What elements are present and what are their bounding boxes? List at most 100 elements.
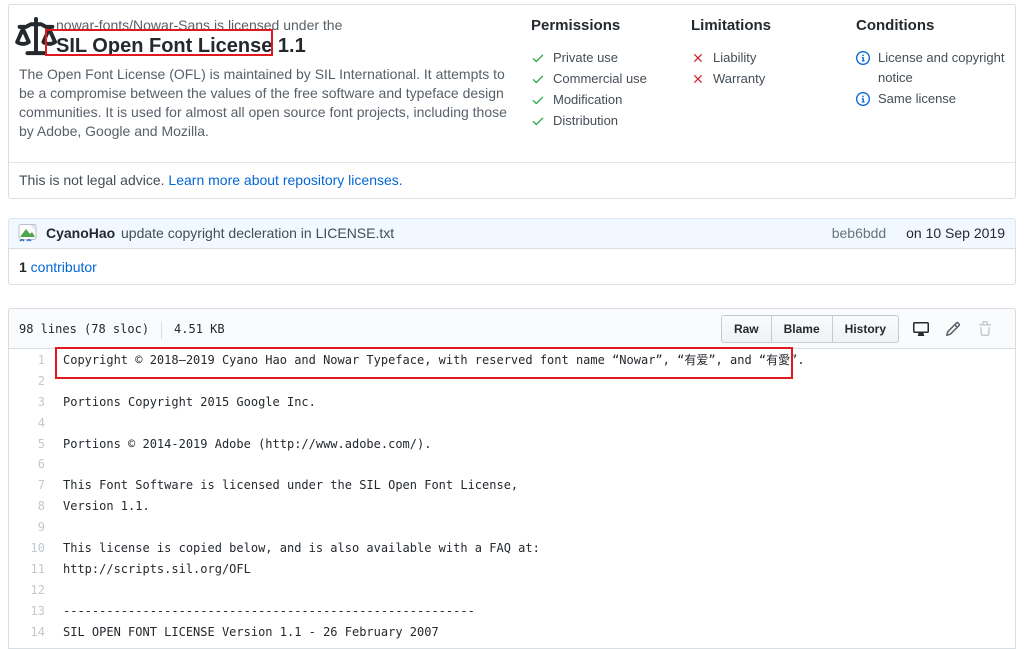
permission-label: Modification — [553, 92, 622, 107]
commit-author-avatar[interactable] — [18, 224, 38, 244]
code-viewer: 1Copyright © 2018–2019 Cyano Hao and Now… — [9, 350, 1015, 648]
line-content: Version 1.1. — [45, 496, 150, 517]
code-line: 4 — [9, 413, 1015, 434]
code-line: 6 — [9, 454, 1015, 475]
permissions-column: Permissions Private use Commercial use M… — [531, 17, 686, 132]
law-scales-icon — [15, 17, 57, 59]
permission-item: Commercial use — [531, 69, 686, 89]
limitation-label: Liability — [713, 50, 756, 65]
x-icon — [691, 51, 705, 65]
line-number[interactable]: 9 — [9, 517, 45, 538]
line-number[interactable]: 10 — [9, 538, 45, 559]
contributor-link[interactable]: contributor — [27, 259, 97, 275]
blame-button[interactable]: Blame — [771, 315, 833, 343]
file-header: 98 lines (78 sloc) 4.51 KB Raw Blame Hist… — [9, 309, 1015, 349]
code-line: 9 — [9, 517, 1015, 538]
condition-label: Same license — [878, 91, 956, 106]
code-line: 7This Font Software is licensed under th… — [9, 475, 1015, 496]
license-overview-card: nowar-fonts/Nowar-Sans is licensed under… — [8, 4, 1016, 199]
permission-label: Commercial use — [553, 71, 647, 86]
conditions-column: Conditions License and copyright notice … — [856, 17, 1016, 110]
line-number[interactable]: 8 — [9, 496, 45, 517]
code-line: 2 — [9, 371, 1015, 392]
line-number[interactable]: 4 — [9, 413, 45, 434]
line-content — [45, 454, 63, 475]
line-content: SIL OPEN FONT LICENSE Version 1.1 - 26 F… — [45, 622, 439, 643]
line-number[interactable]: 3 — [9, 392, 45, 413]
file-info: 98 lines (78 sloc) 4.51 KB — [19, 309, 225, 349]
commit-author[interactable]: CyanoHao — [46, 219, 115, 248]
check-icon — [531, 51, 545, 65]
line-content: Copyright © 2018–2019 Cyano Hao and Nowa… — [45, 350, 805, 371]
line-number[interactable]: 6 — [9, 454, 45, 475]
trash-icon[interactable] — [977, 321, 993, 337]
condition-item: License and copyright notice — [856, 48, 1016, 88]
line-content: Portions Copyright 2015 Google Inc. — [45, 392, 316, 413]
latest-commit-bar: CyanoHao update copyright decleration in… — [8, 218, 1016, 249]
line-content — [45, 371, 63, 392]
line-number[interactable]: 14 — [9, 622, 45, 643]
permission-item: Modification — [531, 90, 686, 110]
commit-date: on 10 Sep 2019 — [906, 225, 1005, 241]
permission-item: Distribution — [531, 111, 686, 131]
file-view-button-group: Raw Blame History — [721, 315, 899, 343]
code-line: 3Portions Copyright 2015 Google Inc. — [9, 392, 1015, 413]
file-lines-info: 98 lines (78 sloc) — [19, 322, 149, 336]
license-title: SIL Open Font License 1.1 — [56, 35, 306, 58]
divider — [161, 321, 162, 339]
line-number[interactable]: 7 — [9, 475, 45, 496]
line-number[interactable]: 13 — [9, 601, 45, 622]
line-content: This Font Software is licensed under the… — [45, 475, 518, 496]
permissions-heading: Permissions — [531, 17, 686, 34]
contributors-row: 1 contributor — [8, 248, 1016, 285]
x-icon — [691, 72, 705, 86]
limitations-heading: Limitations — [691, 17, 846, 34]
limitation-item: Warranty — [691, 69, 846, 89]
disclaimer-text: This is not legal advice. — [19, 172, 165, 188]
permission-item: Private use — [531, 48, 686, 68]
license-description: The Open Font License (OFL) is maintaine… — [19, 65, 511, 141]
limitation-label: Warranty — [713, 71, 765, 86]
commit-card: CyanoHao update copyright decleration in… — [8, 218, 1016, 285]
code-line: 11http://scripts.sil.org/OFL — [9, 559, 1015, 580]
legal-disclaimer: This is not legal advice. Learn more abo… — [9, 162, 1015, 198]
line-number[interactable]: 2 — [9, 371, 45, 392]
code-line: 5Portions © 2014-2019 Adobe (http://www.… — [9, 434, 1015, 455]
code-line: 10This license is copied below, and is a… — [9, 538, 1015, 559]
line-content — [45, 517, 63, 538]
commit-message[interactable]: update copyright decleration in LICENSE.… — [121, 219, 394, 248]
line-number[interactable]: 1 — [9, 350, 45, 371]
history-button[interactable]: History — [832, 315, 899, 343]
code-line: 14SIL OPEN FONT LICENSE Version 1.1 - 26… — [9, 622, 1015, 643]
file-card: 98 lines (78 sloc) 4.51 KB Raw Blame Hist… — [8, 308, 1016, 649]
pencil-icon[interactable] — [945, 321, 961, 337]
line-content: This license is copied below, and is als… — [45, 538, 540, 559]
check-icon — [531, 114, 545, 128]
line-content: http://scripts.sil.org/OFL — [45, 559, 251, 580]
repo-license-line: nowar-fonts/Nowar-Sans is licensed under… — [56, 17, 342, 33]
line-number[interactable]: 12 — [9, 580, 45, 601]
line-content: Portions © 2014-2019 Adobe (http://www.a… — [45, 434, 431, 455]
info-icon — [856, 92, 870, 106]
limitations-column: Limitations Liability Warranty — [691, 17, 846, 90]
condition-label: License and copyright notice — [878, 50, 1004, 85]
raw-button[interactable]: Raw — [721, 315, 772, 343]
line-content — [45, 413, 63, 434]
permission-label: Private use — [553, 50, 618, 65]
conditions-heading: Conditions — [856, 17, 1016, 34]
code-line: 8Version 1.1. — [9, 496, 1015, 517]
line-number[interactable]: 11 — [9, 559, 45, 580]
commit-sha[interactable]: beb6bdd — [832, 225, 887, 241]
line-content: ----------------------------------------… — [45, 601, 475, 622]
code-line: 1Copyright © 2018–2019 Cyano Hao and Now… — [9, 350, 1015, 371]
condition-item: Same license — [856, 89, 1016, 109]
permission-label: Distribution — [553, 113, 618, 128]
file-size: 4.51 KB — [174, 322, 225, 336]
info-icon — [856, 51, 870, 65]
line-content — [45, 580, 63, 601]
line-number[interactable]: 5 — [9, 434, 45, 455]
contributor-count: 1 — [19, 259, 27, 275]
repository-licenses-link[interactable]: Learn more about repository licenses. — [168, 172, 402, 188]
desktop-icon[interactable] — [913, 321, 929, 337]
check-icon — [531, 93, 545, 107]
